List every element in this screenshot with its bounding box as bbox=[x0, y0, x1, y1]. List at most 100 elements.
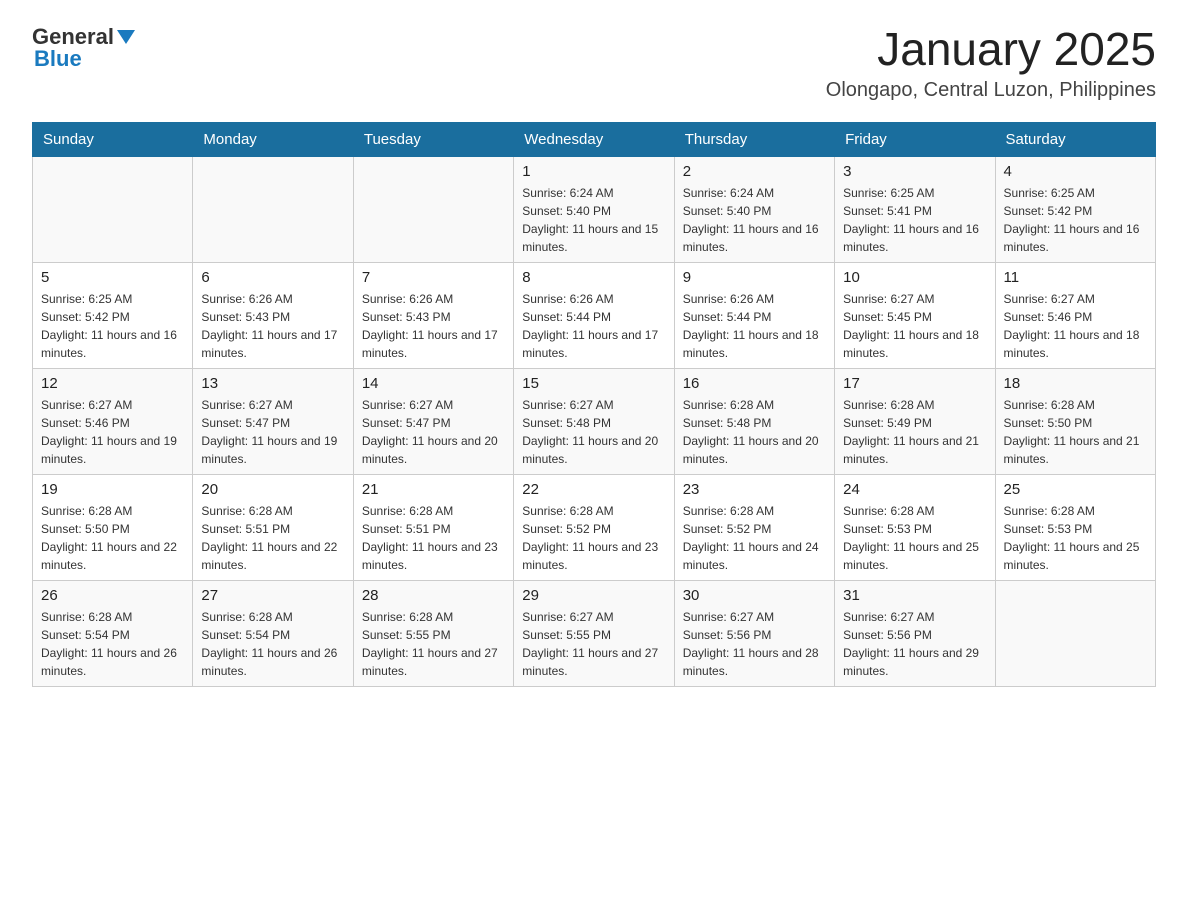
day-number: 10 bbox=[843, 269, 986, 286]
day-number: 2 bbox=[683, 163, 826, 180]
day-number: 5 bbox=[41, 269, 184, 286]
calendar-cell: 14Sunrise: 6:27 AMSunset: 5:47 PMDayligh… bbox=[353, 368, 513, 474]
calendar-cell: 28Sunrise: 6:28 AMSunset: 5:55 PMDayligh… bbox=[353, 580, 513, 686]
day-number: 12 bbox=[41, 375, 184, 392]
day-number: 19 bbox=[41, 481, 184, 498]
month-title: January 2025 bbox=[826, 24, 1156, 75]
day-info: Sunrise: 6:24 AMSunset: 5:40 PMDaylight:… bbox=[522, 184, 665, 256]
calendar-cell: 9Sunrise: 6:26 AMSunset: 5:44 PMDaylight… bbox=[674, 262, 834, 368]
page-header: General Blue January 2025 Olongapo, Cent… bbox=[32, 24, 1156, 102]
calendar-header-tuesday: Tuesday bbox=[353, 122, 513, 156]
day-info: Sunrise: 6:28 AMSunset: 5:50 PMDaylight:… bbox=[1004, 396, 1147, 468]
calendar-cell: 30 Sunrise: 6:27 AMSunset: 5:56 PMDayligh… bbox=[674, 580, 834, 686]
day-number: 17 bbox=[843, 375, 986, 392]
calendar-week-row: 19 Sunrise: 6:28 AMSunset: 5:50 PMDayligh… bbox=[33, 474, 1156, 580]
calendar-cell: 21Sunrise: 6:28 AMSunset: 5:51 PMDayligh… bbox=[353, 474, 513, 580]
calendar-cell: 27 Sunrise: 6:28 AMSunset: 5:54 PMDayligh… bbox=[193, 580, 353, 686]
day-number: 30 bbox=[683, 587, 826, 604]
day-number: 8 bbox=[522, 269, 665, 286]
calendar-header-wednesday: Wednesday bbox=[514, 122, 674, 156]
day-number: 16 bbox=[683, 375, 826, 392]
day-info: Sunrise: 6:28 AMSunset: 5:55 PMDaylight:… bbox=[362, 608, 505, 680]
calendar-cell: 24 Sunrise: 6:28 AMSunset: 5:53 PMDayligh… bbox=[835, 474, 995, 580]
day-info: Sunrise: 6:27 AMSunset: 5:47 PMDaylight:… bbox=[362, 396, 505, 468]
calendar-cell: 16 Sunrise: 6:28 AMSunset: 5:48 PMDayligh… bbox=[674, 368, 834, 474]
day-info: Sunrise: 6:27 AMSunset: 5:46 PMDaylight:… bbox=[41, 396, 184, 468]
day-number: 6 bbox=[201, 269, 344, 286]
day-number: 3 bbox=[843, 163, 986, 180]
day-info: Sunrise: 6:26 AMSunset: 5:43 PMDaylight:… bbox=[201, 290, 344, 362]
day-number: 9 bbox=[683, 269, 826, 286]
calendar-cell: 31 Sunrise: 6:27 AMSunset: 5:56 PMDayligh… bbox=[835, 580, 995, 686]
calendar-cell: 29 Sunrise: 6:27 AMSunset: 5:55 PMDayligh… bbox=[514, 580, 674, 686]
day-info: Sunrise: 6:28 AMSunset: 5:51 PMDaylight:… bbox=[201, 502, 344, 574]
day-number: 7 bbox=[362, 269, 505, 286]
calendar-week-row: 1 Sunrise: 6:24 AMSunset: 5:40 PMDaylight… bbox=[33, 156, 1156, 262]
day-info: Sunrise: 6:28 AMSunset: 5:51 PMDaylight:… bbox=[362, 502, 505, 574]
day-info: Sunrise: 6:28 AMSunset: 5:50 PMDaylight:… bbox=[41, 502, 184, 574]
day-number: 11 bbox=[1004, 269, 1147, 286]
calendar-cell bbox=[353, 156, 513, 262]
calendar-week-row: 26 Sunrise: 6:28 AMSunset: 5:54 PMDayligh… bbox=[33, 580, 1156, 686]
day-number: 26 bbox=[41, 587, 184, 604]
calendar-header-sunday: Sunday bbox=[33, 122, 193, 156]
day-number: 18 bbox=[1004, 375, 1147, 392]
day-number: 24 bbox=[843, 481, 986, 498]
calendar-cell: 6 Sunrise: 6:26 AMSunset: 5:43 PMDaylight… bbox=[193, 262, 353, 368]
calendar-cell bbox=[193, 156, 353, 262]
calendar-cell: 1 Sunrise: 6:24 AMSunset: 5:40 PMDaylight… bbox=[514, 156, 674, 262]
calendar-cell: 12 Sunrise: 6:27 AMSunset: 5:46 PMDayligh… bbox=[33, 368, 193, 474]
calendar-header-row: SundayMondayTuesdayWednesdayThursdayFrid… bbox=[33, 122, 1156, 156]
day-info: Sunrise: 6:28 AMSunset: 5:53 PMDaylight:… bbox=[843, 502, 986, 574]
day-number: 22 bbox=[522, 481, 665, 498]
day-info: Sunrise: 6:26 AMSunset: 5:43 PMDaylight:… bbox=[362, 290, 505, 362]
day-number: 4 bbox=[1004, 163, 1147, 180]
day-info: Sunrise: 6:27 AMSunset: 5:55 PMDaylight:… bbox=[522, 608, 665, 680]
day-number: 29 bbox=[522, 587, 665, 604]
calendar-cell: 20Sunrise: 6:28 AMSunset: 5:51 PMDayligh… bbox=[193, 474, 353, 580]
day-number: 15 bbox=[522, 375, 665, 392]
day-number: 1 bbox=[522, 163, 665, 180]
day-number: 31 bbox=[843, 587, 986, 604]
day-info: Sunrise: 6:26 AMSunset: 5:44 PMDaylight:… bbox=[522, 290, 665, 362]
calendar-cell: 17 Sunrise: 6:28 AMSunset: 5:49 PMDayligh… bbox=[835, 368, 995, 474]
day-info: Sunrise: 6:27 AMSunset: 5:46 PMDaylight:… bbox=[1004, 290, 1147, 362]
logo-triangle-icon bbox=[117, 30, 135, 44]
day-info: Sunrise: 6:25 AMSunset: 5:42 PMDaylight:… bbox=[41, 290, 184, 362]
calendar-cell bbox=[995, 580, 1155, 686]
day-info: Sunrise: 6:27 AMSunset: 5:47 PMDaylight:… bbox=[201, 396, 344, 468]
day-info: Sunrise: 6:25 AMSunset: 5:42 PMDaylight:… bbox=[1004, 184, 1147, 256]
calendar-table: SundayMondayTuesdayWednesdayThursdayFrid… bbox=[32, 122, 1156, 687]
calendar-cell: 11 Sunrise: 6:27 AMSunset: 5:46 PMDayligh… bbox=[995, 262, 1155, 368]
title-area: January 2025 Olongapo, Central Luzon, Ph… bbox=[826, 24, 1156, 102]
day-info: Sunrise: 6:28 AMSunset: 5:48 PMDaylight:… bbox=[683, 396, 826, 468]
day-info: Sunrise: 6:28 AMSunset: 5:54 PMDaylight:… bbox=[41, 608, 184, 680]
calendar-header-friday: Friday bbox=[835, 122, 995, 156]
calendar-cell: 8 Sunrise: 6:26 AMSunset: 5:44 PMDaylight… bbox=[514, 262, 674, 368]
calendar-cell: 15 Sunrise: 6:27 AMSunset: 5:48 PMDayligh… bbox=[514, 368, 674, 474]
calendar-cell: 23Sunrise: 6:28 AMSunset: 5:52 PMDayligh… bbox=[674, 474, 834, 580]
day-number: 23 bbox=[683, 481, 826, 498]
calendar-cell: 26 Sunrise: 6:28 AMSunset: 5:54 PMDayligh… bbox=[33, 580, 193, 686]
calendar-cell: 18 Sunrise: 6:28 AMSunset: 5:50 PMDayligh… bbox=[995, 368, 1155, 474]
day-info: Sunrise: 6:25 AMSunset: 5:41 PMDaylight:… bbox=[843, 184, 986, 256]
calendar-cell: 22Sunrise: 6:28 AMSunset: 5:52 PMDayligh… bbox=[514, 474, 674, 580]
day-number: 25 bbox=[1004, 481, 1147, 498]
calendar-cell: 3 Sunrise: 6:25 AMSunset: 5:41 PMDaylight… bbox=[835, 156, 995, 262]
calendar-cell: 5 Sunrise: 6:25 AMSunset: 5:42 PMDaylight… bbox=[33, 262, 193, 368]
day-info: Sunrise: 6:24 AMSunset: 5:40 PMDaylight:… bbox=[683, 184, 826, 256]
day-info: Sunrise: 6:28 AMSunset: 5:49 PMDaylight:… bbox=[843, 396, 986, 468]
day-info: Sunrise: 6:28 AMSunset: 5:53 PMDaylight:… bbox=[1004, 502, 1147, 574]
day-number: 27 bbox=[201, 587, 344, 604]
day-info: Sunrise: 6:27 AMSunset: 5:56 PMDaylight:… bbox=[843, 608, 986, 680]
calendar-cell: 10Sunrise: 6:27 AMSunset: 5:45 PMDayligh… bbox=[835, 262, 995, 368]
calendar-header-monday: Monday bbox=[193, 122, 353, 156]
calendar-header-saturday: Saturday bbox=[995, 122, 1155, 156]
day-info: Sunrise: 6:28 AMSunset: 5:54 PMDaylight:… bbox=[201, 608, 344, 680]
calendar-cell: 4 Sunrise: 6:25 AMSunset: 5:42 PMDaylight… bbox=[995, 156, 1155, 262]
calendar-cell: 2 Sunrise: 6:24 AMSunset: 5:40 PMDaylight… bbox=[674, 156, 834, 262]
calendar-cell: 25 Sunrise: 6:28 AMSunset: 5:53 PMDayligh… bbox=[995, 474, 1155, 580]
day-info: Sunrise: 6:27 AMSunset: 5:56 PMDaylight:… bbox=[683, 608, 826, 680]
calendar-header-thursday: Thursday bbox=[674, 122, 834, 156]
day-info: Sunrise: 6:27 AMSunset: 5:48 PMDaylight:… bbox=[522, 396, 665, 468]
